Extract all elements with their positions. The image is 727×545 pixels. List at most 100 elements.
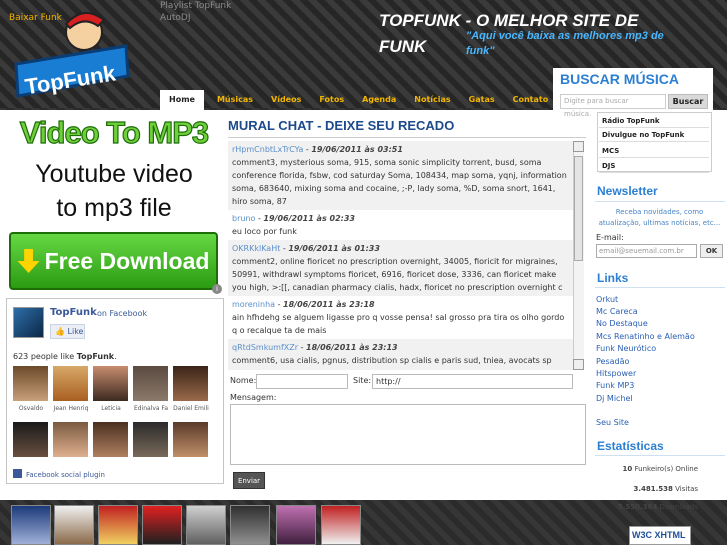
message-text: comment3, mysterious soma, 915, soma son… bbox=[232, 158, 567, 206]
email-field[interactable]: email@seuemail.com.br bbox=[596, 244, 697, 258]
facebook-page-avatar[interactable] bbox=[13, 307, 44, 338]
fan-name[interactable]: Jean Henriq bbox=[51, 405, 91, 412]
link-hitspower[interactable]: Hitspower bbox=[596, 368, 636, 379]
free-download-button[interactable]: Free Download bbox=[9, 232, 218, 290]
mural-message: bruno - 19/06/2011 às 02:33 eu loco por f… bbox=[228, 210, 573, 240]
divider bbox=[228, 137, 586, 138]
fan-name[interactable]: Osvaldo bbox=[11, 405, 51, 412]
stats-title: Estatísticas bbox=[597, 439, 664, 453]
fan-name[interactable]: Edinalva Fa bbox=[131, 405, 171, 412]
fan-avatar[interactable] bbox=[133, 422, 168, 457]
cd-cover-thumbnail[interactable] bbox=[186, 505, 226, 545]
send-button[interactable]: Enviar bbox=[233, 472, 265, 489]
nav-musicas[interactable]: Músicas bbox=[208, 90, 262, 110]
ad-text-2: to mp3 file bbox=[56, 194, 172, 222]
cd-cover-thumbnail[interactable] bbox=[276, 505, 316, 545]
download-arrow-icon bbox=[17, 249, 40, 273]
message-date: 19/06/2011 às 02:33 bbox=[263, 214, 355, 223]
cd-cover-thumbnail[interactable] bbox=[142, 505, 182, 545]
newsletter-ok-button[interactable]: OK bbox=[700, 244, 723, 258]
newsletter-title: Newsletter bbox=[597, 184, 658, 198]
message-text: ain hfhdehg se alguem ligasse pro q voss… bbox=[232, 313, 565, 335]
search-title: BUSCAR MÚSICA bbox=[560, 71, 679, 87]
email-label: E-mail: bbox=[596, 233, 624, 242]
fan-name[interactable]: Leticia bbox=[91, 405, 131, 412]
cd-cover-thumbnail[interactable] bbox=[54, 505, 94, 545]
nav-agenda[interactable]: Agenda bbox=[353, 90, 405, 110]
mural-message: qRtdSmkumfXZr - 18/06/2011 às 23:13 comme… bbox=[228, 339, 573, 370]
fan-avatar[interactable] bbox=[133, 366, 168, 401]
nav-contato[interactable]: Contato bbox=[504, 90, 558, 110]
sidebar-item-divulgue[interactable]: Divulgue no TopFunk bbox=[599, 128, 709, 142]
link-seu-site[interactable]: Seu Site bbox=[596, 417, 629, 428]
fan-avatar[interactable] bbox=[173, 366, 208, 401]
fan-avatar[interactable] bbox=[13, 366, 48, 401]
link-funk-mp3[interactable]: Funk MP3 bbox=[596, 380, 634, 391]
links-title: Links bbox=[597, 271, 629, 285]
ad-info-icon[interactable]: i bbox=[212, 284, 222, 294]
site-input[interactable]: http:// bbox=[372, 374, 573, 389]
sidebar-item-djs[interactable]: DJS bbox=[599, 159, 709, 173]
message-author: bruno bbox=[232, 214, 256, 223]
sidebar-item-radio[interactable]: Rádio TopFunk bbox=[599, 114, 709, 128]
w3c-xhtml-badge[interactable]: W3C XHTML 1.0 bbox=[629, 526, 691, 545]
scroll-thumb[interactable] bbox=[574, 156, 583, 261]
link-mc-careca[interactable]: Mc Careca bbox=[596, 306, 638, 317]
message-date: 19/06/2011 às 03:51 bbox=[311, 145, 403, 154]
divider bbox=[595, 455, 725, 456]
stat-visits: 3.481.538 Visitas bbox=[633, 485, 699, 493]
nav-gatas[interactable]: Gatas bbox=[460, 90, 504, 110]
ad-headline: Video To MP3 bbox=[19, 114, 210, 150]
stat-online: 10 Funkeiro(s) Online bbox=[622, 465, 698, 473]
link-dj-michel[interactable]: Dj Michel bbox=[596, 393, 633, 404]
nav-home[interactable]: Home bbox=[160, 90, 204, 110]
fan-avatar[interactable] bbox=[173, 422, 208, 457]
message-date: 19/06/2011 às 01:33 bbox=[288, 244, 380, 253]
sidebar-item-mcs[interactable]: MCS bbox=[599, 144, 709, 158]
nav-videos[interactable]: Vídeos bbox=[262, 90, 310, 110]
stat-downloads: 5.550.364 Downloads bbox=[617, 503, 698, 511]
cd-cover-thumbnail[interactable] bbox=[98, 505, 138, 545]
facebook-like-button[interactable]: 👍 Like bbox=[50, 324, 85, 339]
mural-message: OKRKklKaHt - 19/06/2011 às 01:33 comment2… bbox=[228, 240, 573, 296]
message-textarea[interactable] bbox=[230, 404, 586, 465]
fan-avatar[interactable] bbox=[13, 422, 48, 457]
link-pesadao[interactable]: Pesadão bbox=[596, 356, 629, 367]
playlist-link[interactable]: Playlist TopFunk AutoDJ bbox=[160, 0, 231, 24]
message-date: 18/06/2011 às 23:18 bbox=[283, 300, 375, 309]
fan-avatar[interactable] bbox=[93, 422, 128, 457]
message-text: comment6, usa cialis, pgnus, distributio… bbox=[232, 356, 560, 370]
facebook-social-plugin-label[interactable]: Facebook social plugin bbox=[13, 469, 105, 479]
search-button[interactable]: Buscar bbox=[668, 94, 708, 109]
newsletter-description: Receba novidades, como atualização, ulti… bbox=[598, 208, 721, 227]
facebook-on-label[interactable]: on Facebook bbox=[97, 309, 147, 318]
fan-avatar[interactable] bbox=[93, 366, 128, 401]
fan-avatar[interactable] bbox=[53, 422, 88, 457]
message-text: eu loco por funk bbox=[232, 227, 297, 236]
nav-noticias[interactable]: Notícias bbox=[405, 90, 459, 110]
name-input[interactable] bbox=[256, 374, 348, 389]
cd-cover-thumbnail[interactable] bbox=[321, 505, 361, 545]
site-tagline: "Aqui você baixa as melhores mp3 de funk… bbox=[466, 30, 664, 57]
fan-avatar[interactable] bbox=[53, 366, 88, 401]
nav-fotos[interactable]: Fotos bbox=[310, 90, 353, 110]
message-label: Mensagem: bbox=[230, 393, 277, 402]
fan-name[interactable]: Daniel Emili bbox=[171, 405, 211, 412]
facebook-page-name[interactable]: TopFunk bbox=[50, 307, 97, 318]
mural-message-list[interactable]: rHpmCnbtLxTrCYa - 19/06/2011 às 03:51 com… bbox=[228, 141, 573, 370]
cd-cover-thumbnail[interactable] bbox=[230, 505, 270, 545]
cd-cover-thumbnail[interactable] bbox=[11, 505, 51, 545]
scroll-down-arrow-icon[interactable] bbox=[573, 359, 584, 370]
mural-title: MURAL CHAT - DEIXE SEU RECADO bbox=[228, 118, 455, 133]
scroll-up-arrow-icon[interactable] bbox=[573, 141, 584, 152]
message-author: qRtdSmkumfXZr bbox=[232, 343, 299, 352]
link-orkut[interactable]: Orkut bbox=[596, 294, 618, 305]
site-label: Site: bbox=[353, 376, 372, 385]
link-no-destaque[interactable]: No Destaque bbox=[596, 318, 648, 329]
divider bbox=[595, 287, 725, 288]
link-mcs-renatinho[interactable]: Mcs Renatinho e Alemão bbox=[596, 331, 695, 342]
message-author: moreninha bbox=[232, 300, 276, 309]
search-input[interactable]: Digite para buscar música... bbox=[560, 94, 666, 118]
link-funk-neurotico[interactable]: Funk Neurótico bbox=[596, 343, 656, 354]
divider bbox=[595, 201, 725, 202]
